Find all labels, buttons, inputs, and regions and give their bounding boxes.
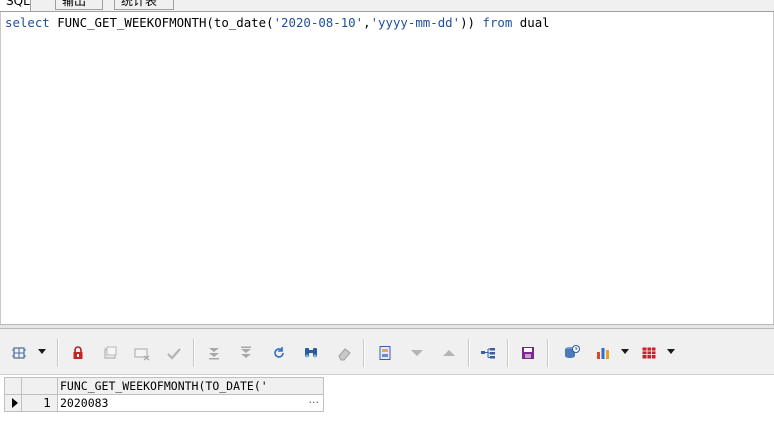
tree-view-icon[interactable] <box>479 345 497 361</box>
grid-corner <box>4 377 22 395</box>
keyword-from: from <box>482 15 513 30</box>
lock-icon[interactable] <box>69 345 87 361</box>
chart-dropdown[interactable] <box>621 349 629 354</box>
string-date: '2020-08-10' <box>273 15 364 30</box>
add-record-icon[interactable] <box>101 345 119 361</box>
grid-options-dropdown[interactable] <box>38 349 46 354</box>
save-doc-icon[interactable] <box>376 345 394 361</box>
query-icon[interactable] <box>563 345 581 361</box>
close-parens: )) <box>460 15 483 30</box>
next-record-icon[interactable] <box>408 345 426 361</box>
tab-bar: SQL 输出 统计表 <box>0 0 774 12</box>
separator <box>193 339 195 367</box>
tab-output[interactable]: 输出 <box>55 0 103 10</box>
function-call: FUNC_GET_WEEKOFMONTH(to_date( <box>49 15 274 30</box>
refresh-icon[interactable] <box>270 345 288 361</box>
comma: , <box>363 15 371 30</box>
result-cell[interactable]: 2020083 ... <box>58 395 324 412</box>
row-number: 1 <box>22 395 58 412</box>
tab-statistics[interactable]: 统计表 <box>114 0 174 10</box>
results-toolbar <box>0 329 774 375</box>
grid-options-icon[interactable] <box>10 345 28 361</box>
row-indicator[interactable] <box>4 395 22 412</box>
tab-sql[interactable]: SQL <box>0 0 31 11</box>
delete-record-icon[interactable] <box>133 345 151 361</box>
separator <box>547 339 549 367</box>
chart-icon[interactable] <box>594 345 612 361</box>
string-format: 'yyyy-mm-dd' <box>370 15 461 30</box>
table-view-dropdown[interactable] <box>667 349 675 354</box>
post-changes-icon[interactable] <box>165 345 183 361</box>
sql-code-line: select FUNC_GET_WEEKOFMONTH(to_date('202… <box>5 15 550 31</box>
sql-editor[interactable]: select FUNC_GET_WEEKOFMONTH(to_date('202… <box>0 12 774 324</box>
table-name: dual <box>512 15 550 30</box>
find-icon[interactable] <box>302 345 320 361</box>
separator <box>507 339 509 367</box>
result-value: 2020083 <box>60 396 109 410</box>
separator <box>468 339 470 367</box>
cell-more-button[interactable]: ... <box>309 395 320 408</box>
table-view-icon[interactable] <box>640 345 658 361</box>
column-header[interactable]: FUNC_GET_WEEKOFMONTH(TO_DATE(' <box>58 377 324 395</box>
separator <box>57 339 59 367</box>
row-num-header <box>22 377 58 395</box>
keyword-select: select <box>5 15 50 30</box>
last-record-icon[interactable] <box>237 345 255 361</box>
clear-icon[interactable] <box>335 345 353 361</box>
prev-record-icon[interactable] <box>440 345 458 361</box>
save-icon[interactable] <box>519 345 537 361</box>
first-record-icon[interactable] <box>205 345 223 361</box>
separator <box>363 339 365 367</box>
